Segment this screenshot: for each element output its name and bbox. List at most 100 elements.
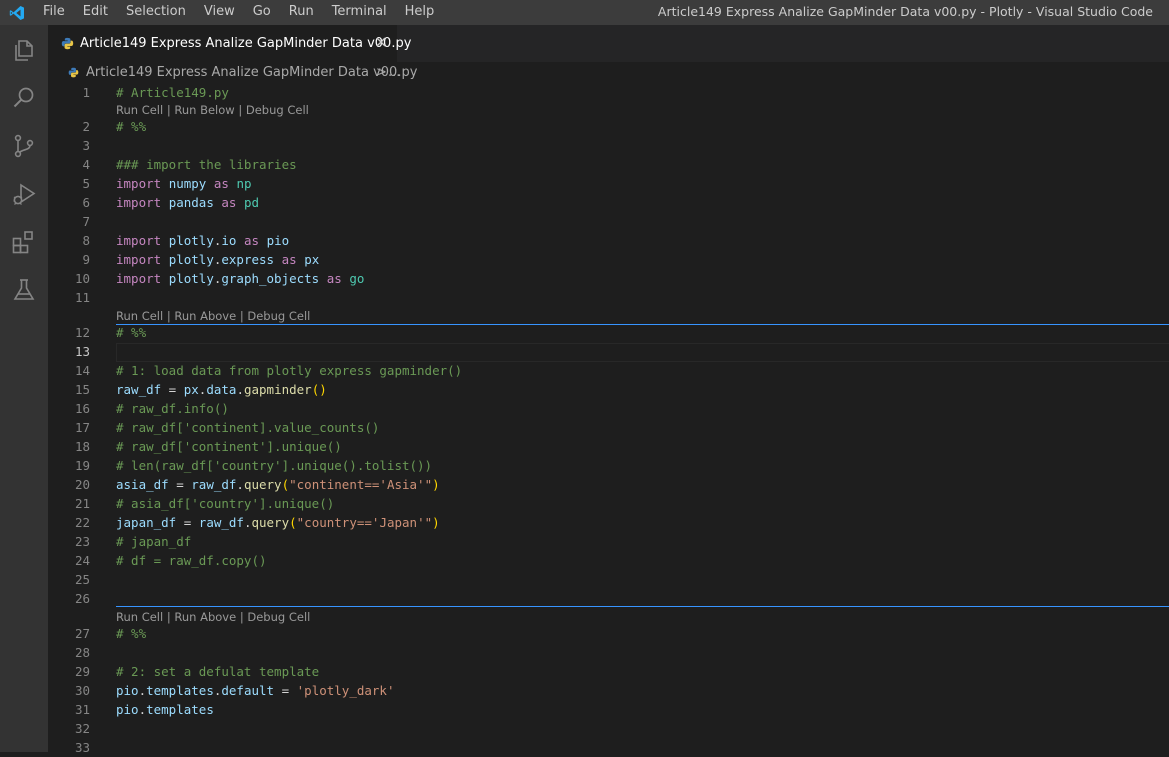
code-token: pio <box>116 702 139 717</box>
line-number: 21 <box>74 496 90 511</box>
breadcrumb-more[interactable]: ... <box>388 65 400 80</box>
code-line[interactable]: 28 <box>48 643 1169 662</box>
line-number: 2 <box>82 119 90 134</box>
code-token: # 1: load data from plotly express gapmi… <box>116 363 463 378</box>
breadcrumb-file[interactable]: Article149 Express Analize GapMinder Dat… <box>86 65 417 80</box>
source-control-icon[interactable] <box>10 132 38 160</box>
search-icon[interactable] <box>10 84 38 112</box>
code-line[interactable]: 31 pio.templates <box>48 700 1169 719</box>
code-token: import <box>116 252 162 267</box>
code-line[interactable]: 26 <box>48 589 1169 608</box>
line-number: 31 <box>74 702 90 717</box>
code-line[interactable]: 9 import plotly.express as px <box>48 250 1169 269</box>
code-text: import pandas as pd <box>116 193 259 212</box>
code-line[interactable]: 7 <box>48 212 1169 231</box>
menu-view[interactable]: View <box>195 0 244 25</box>
code-line[interactable]: 16 # raw_df.info() <box>48 399 1169 418</box>
code-text: asia_df = raw_df.query("continent=='Asia… <box>116 475 440 494</box>
code-line[interactable]: 5 import numpy as np <box>48 174 1169 193</box>
code-line[interactable]: 12 # %% <box>48 323 1169 342</box>
code-token: pd <box>243 195 260 210</box>
line-number: 5 <box>82 176 90 191</box>
code-text: # 2: set a defulat template <box>116 662 319 681</box>
codelens-cell-1[interactable]: Run Cell | Run Below | Debug Cell <box>116 103 309 117</box>
tab-label: Article149 Express Analize GapMinder Dat… <box>80 36 412 51</box>
menu-selection[interactable]: Selection <box>117 0 195 25</box>
code-line[interactable]: 21 # asia_df['country'].unique() <box>48 494 1169 513</box>
explorer-icon[interactable] <box>10 36 38 64</box>
code-line[interactable]: 4 ### import the libraries <box>48 155 1169 174</box>
code-line[interactable]: 25 <box>48 570 1169 589</box>
code-text: import plotly.express as px <box>116 250 319 269</box>
code-line[interactable]: 30 pio.templates.default = 'plotly_dark' <box>48 681 1169 700</box>
code-line[interactable]: 19 # len(raw_df['country'].unique().tolis… <box>48 456 1169 475</box>
code-editor[interactable]: Run Cell | Run Below | Debug Cell Run Ce… <box>48 83 1169 755</box>
code-text: # len(raw_df['country'].unique().tolist(… <box>116 456 432 475</box>
codelens-cell-2[interactable]: Run Cell | Run Above | Debug Cell <box>116 309 310 323</box>
code-line[interactable]: 2 # %% <box>48 117 1169 136</box>
breadcrumb: Article149 Express Analize GapMinder Dat… <box>48 62 1169 84</box>
code-line[interactable]: 14 # 1: load data from plotly express gap… <box>48 361 1169 380</box>
code-token: ### import the libraries <box>116 157 297 172</box>
menu-edit[interactable]: Edit <box>74 0 117 25</box>
line-number: 6 <box>82 195 90 210</box>
extensions-icon[interactable] <box>10 228 38 256</box>
code-line[interactable]: 22 japan_df = raw_df.query("country=='Jap… <box>48 513 1169 532</box>
run-debug-icon[interactable] <box>10 180 38 208</box>
code-token: raw_df <box>198 515 244 530</box>
menu-run[interactable]: Run <box>280 0 323 25</box>
code-line[interactable]: 24 # df = raw_df.copy() <box>48 551 1169 570</box>
code-line[interactable]: 33 <box>48 738 1169 757</box>
code-line[interactable]: 18 # raw_df['continent'].unique() <box>48 437 1169 456</box>
close-icon[interactable] <box>374 35 388 49</box>
code-text: japan_df = raw_df.query("country=='Japan… <box>116 513 440 532</box>
code-line[interactable]: 17 # raw_df['continent].value_counts() <box>48 418 1169 437</box>
menu-file[interactable]: File <box>34 0 74 25</box>
line-number: 8 <box>82 233 90 248</box>
code-token: # Article149.py <box>116 85 229 100</box>
line-number: 20 <box>74 477 90 492</box>
testing-icon[interactable] <box>10 276 38 304</box>
code-token: numpy <box>168 176 207 191</box>
code-line[interactable]: 10 import plotly.graph_objects as go <box>48 269 1169 288</box>
code-token: raw_df <box>191 477 237 492</box>
code-text: # japan_df <box>116 532 191 551</box>
code-line[interactable]: 1 # Article149.py <box>48 83 1169 102</box>
menu-terminal[interactable]: Terminal <box>323 0 396 25</box>
code-token: = <box>176 515 199 530</box>
code-line[interactable]: 29 # 2: set a defulat template <box>48 662 1169 681</box>
code-text: # asia_df['country'].unique() <box>116 494 334 513</box>
line-number: 32 <box>74 721 90 736</box>
menu-help[interactable]: Help <box>396 0 444 25</box>
code-line[interactable]: 20 asia_df = raw_df.query("continent=='As… <box>48 475 1169 494</box>
line-number: 16 <box>74 401 90 416</box>
code-line[interactable]: 15 raw_df = px.data.gapminder() <box>48 380 1169 399</box>
code-token: import <box>116 195 162 210</box>
line-number: 24 <box>74 553 90 568</box>
code-token: asia_df <box>116 477 169 492</box>
code-token: default <box>221 683 275 698</box>
code-token: ) <box>432 515 440 530</box>
code-token: gapminder <box>243 382 312 397</box>
menu-go[interactable]: Go <box>244 0 280 25</box>
line-number: 22 <box>74 515 90 530</box>
code-line[interactable]: 8 import plotly.io as pio <box>48 231 1169 250</box>
editor-tab-active[interactable]: Article149 Express Analize GapMinder Dat… <box>48 25 411 62</box>
code-line[interactable]: 13 <box>48 342 1169 361</box>
code-line[interactable]: 11 <box>48 288 1169 307</box>
line-number: 23 <box>74 534 90 549</box>
code-line[interactable]: 23 # japan_df <box>48 532 1169 551</box>
code-line[interactable]: 6 import pandas as pd <box>48 193 1169 212</box>
codelens-cell-3[interactable]: Run Cell | Run Above | Debug Cell <box>116 610 310 624</box>
line-number: 4 <box>82 157 90 172</box>
code-line[interactable]: 3 <box>48 136 1169 155</box>
code-line[interactable]: 27 # %% <box>48 624 1169 643</box>
code-line[interactable]: 32 <box>48 719 1169 738</box>
code-token: . <box>236 382 244 397</box>
window-title: Article149 Express Analize GapMinder Dat… <box>657 4 1153 19</box>
code-token: px <box>304 252 320 267</box>
code-text: # raw_df['continent].value_counts() <box>116 418 379 437</box>
